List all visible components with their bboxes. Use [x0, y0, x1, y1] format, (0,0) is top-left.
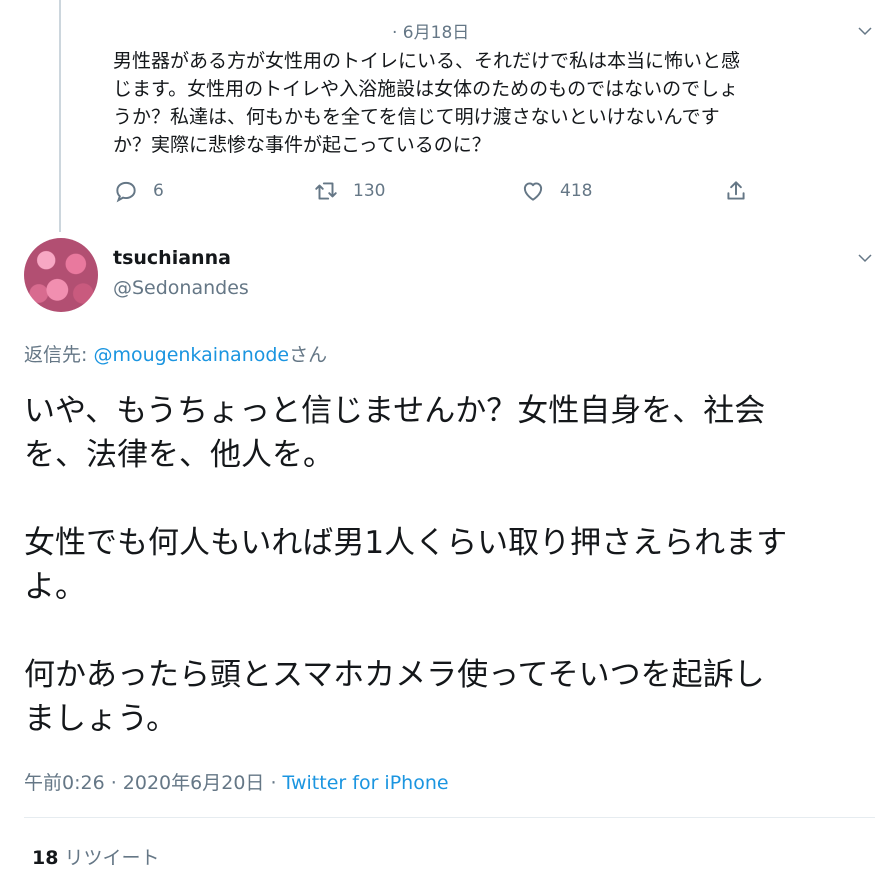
retweet-count: 130	[353, 181, 386, 201]
tweet-meta: 午前0:26 · 2020年6月20日 · Twitter for iPhone	[24, 768, 449, 795]
parent-tweet-actions: 6 130 418	[0, 178, 889, 210]
chevron-down-icon[interactable]	[856, 249, 874, 267]
like-count: 418	[560, 181, 593, 201]
tweet-timestamp[interactable]: 午前0:26 · 2020年6月20日 ·	[24, 772, 283, 794]
like-button[interactable]: 418	[520, 178, 592, 204]
reply-to-prefix: 返信先:	[24, 344, 94, 366]
reply-to-suffix: さん	[289, 344, 328, 366]
avatar[interactable]	[24, 238, 98, 312]
retweet-button[interactable]: 130	[313, 178, 385, 204]
user-handle[interactable]: @Sedonandes	[113, 277, 249, 299]
reply-icon	[113, 178, 139, 204]
reply-mention-link[interactable]: @mougenkainanode	[93, 344, 289, 366]
retweet-stat-label: リツイート	[64, 847, 160, 869]
reply-to-line: 返信先: @mougenkainanodeさん	[24, 340, 327, 367]
retweet-stat-count: 18	[32, 847, 59, 869]
divider	[24, 817, 875, 818]
tweet-source-link[interactable]: Twitter for iPhone	[283, 772, 449, 794]
reply-count: 6	[153, 181, 164, 201]
parent-tweet-date[interactable]: · 6月18日	[392, 18, 469, 43]
chevron-down-icon[interactable]	[856, 22, 874, 40]
retweet-stats[interactable]: 18 リツイート	[32, 843, 159, 870]
parent-tweet-text: 男性器がある方が女性用のトイレにいる、それだけで私は本当に怖いと感 じます。女性…	[113, 50, 741, 156]
tweet-text: いや、もうちょっと信じませんか？女性自身を、社会 を、法律を、他人を。 女性でも…	[24, 393, 788, 737]
reply-button[interactable]: 6	[113, 178, 164, 204]
share-icon	[723, 178, 749, 204]
heart-icon	[520, 178, 546, 204]
display-name[interactable]: tsuchianna	[113, 247, 231, 269]
share-button[interactable]	[723, 178, 749, 204]
retweet-icon	[313, 178, 339, 204]
